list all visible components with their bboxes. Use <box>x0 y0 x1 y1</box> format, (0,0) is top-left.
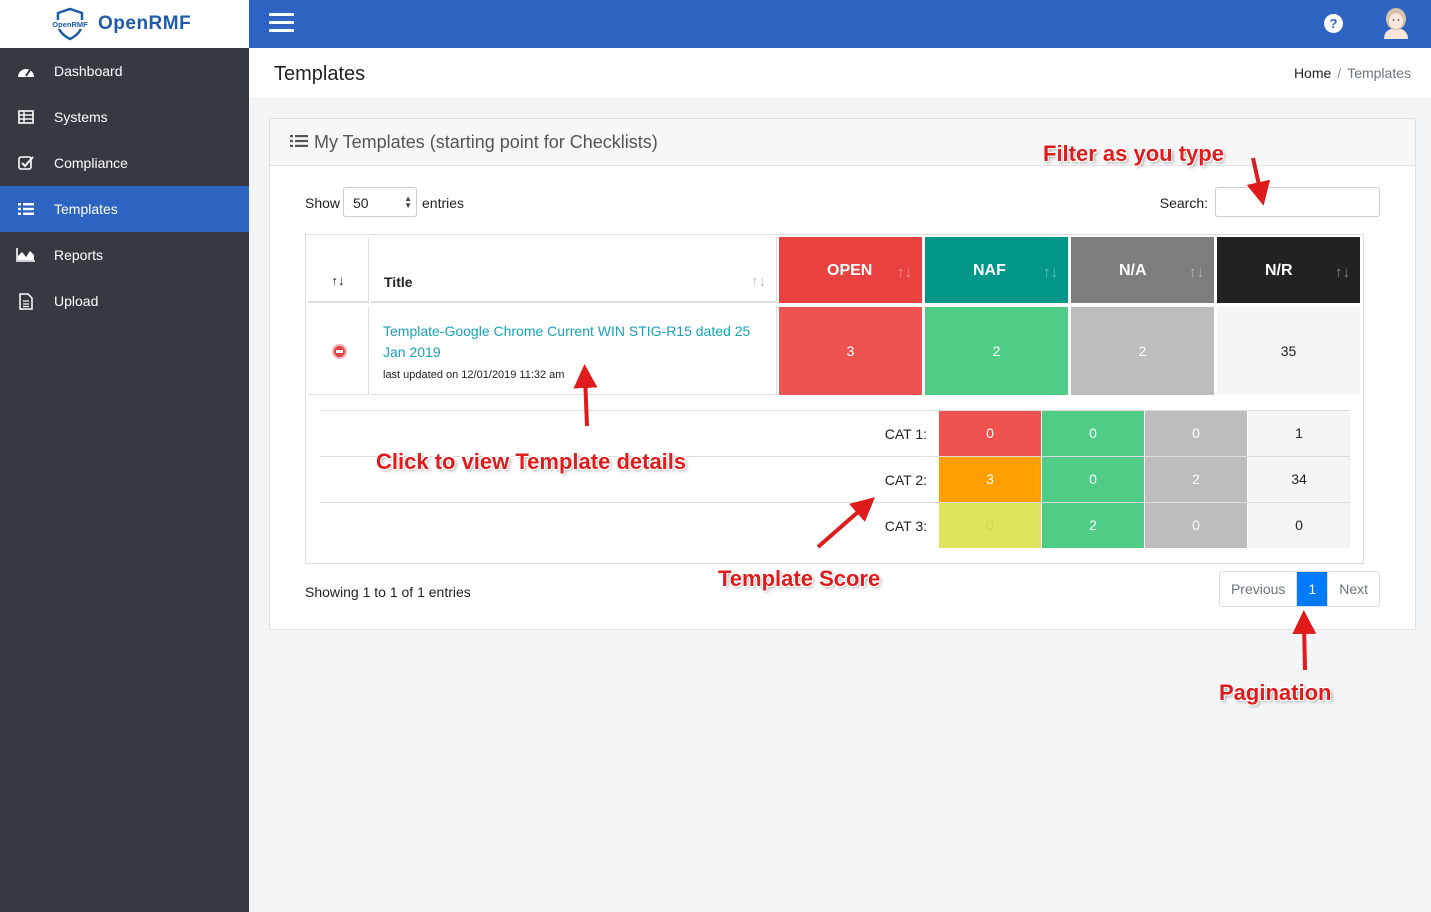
status-header-label: NAF <box>973 262 1006 279</box>
svg-text:OpenRMF: OpenRMF <box>52 20 88 29</box>
sidebar-item-systems[interactable]: Systems <box>0 94 249 140</box>
cat-nr-score: 34 <box>1248 457 1350 502</box>
cat-naf-score: 0 <box>1042 457 1144 502</box>
entries-select-value: 50 <box>353 195 369 211</box>
entries-label: entries <box>422 195 465 211</box>
annotation-filter: Filter as you type <box>1043 141 1224 166</box>
sort-column-header[interactable]: ↑↓ <box>308 237 369 303</box>
nr-count: 35 <box>1217 307 1360 395</box>
brand-name: OpenRMF <box>98 13 192 34</box>
sort-arrows-icon: ↑↓ <box>897 264 912 281</box>
dashboard-icon <box>16 61 36 81</box>
search-input[interactable] <box>1215 187 1380 217</box>
sidebar-item-dashboard[interactable]: Dashboard <box>0 48 249 94</box>
remove-cell <box>308 307 369 395</box>
entries-select[interactable]: 50 ▲ ▼ <box>343 187 417 217</box>
search-label: Search: <box>1159 195 1208 211</box>
sort-arrows-icon: ↑↓ <box>1043 264 1058 281</box>
list-icon <box>290 132 308 153</box>
card-header: My Templates (starting point for Checkli… <box>270 119 1415 166</box>
pagination: Previous 1 Next <box>1218 571 1380 607</box>
sidebar-item-label: Compliance <box>54 155 128 171</box>
status-header-label: N/R <box>1265 262 1293 279</box>
open-column-header[interactable]: OPEN ↑↓ <box>779 237 922 303</box>
cat-na-score: 0 <box>1145 411 1247 456</box>
page-title: Templates <box>274 63 366 85</box>
top-navbar: ? <box>249 0 1431 48</box>
nr-column-header[interactable]: N/R ↑↓ <box>1217 237 1360 303</box>
sidebar-item-templates[interactable]: Templates <box>0 186 249 232</box>
cat-open-score: 0 <box>939 503 1041 548</box>
sidebar-item-label: Templates <box>54 201 118 217</box>
annotation-pagination: Pagination <box>1219 680 1332 705</box>
last-updated-text: last updated on 12/01/2019 11:32 am <box>383 369 565 381</box>
check-square-icon <box>16 153 36 173</box>
openrmf-logo: OpenRMF <box>50 7 90 41</box>
title-column-header[interactable]: Title ↑↓ <box>371 237 777 303</box>
sidebar-item-label: Dashboard <box>54 63 123 79</box>
sidebar-item-upload[interactable]: Upload <box>0 278 249 324</box>
cat-label: CAT 3: <box>884 518 927 534</box>
next-page-button[interactable]: Next <box>1327 572 1379 606</box>
area-chart-icon <box>16 245 36 265</box>
sort-arrows-icon: ↑↓ <box>1189 264 1204 281</box>
select-arrows-icon: ▲ ▼ <box>404 194 412 210</box>
page-1-button[interactable]: 1 <box>1297 572 1328 606</box>
sort-arrows-icon: ↑↓ <box>1335 264 1350 281</box>
previous-page-button[interactable]: Previous <box>1220 572 1298 606</box>
show-label: Show <box>305 195 341 211</box>
sort-arrows-icon: ↑↓ <box>331 273 345 288</box>
table-icon <box>16 107 36 127</box>
brand[interactable]: OpenRMF OpenRMF <box>0 0 249 48</box>
sidebar-item-label: Reports <box>54 247 104 263</box>
template-title-link[interactable]: Template-Google Chrome Current WIN STIG-… <box>383 321 764 363</box>
sidebar-item-label: Upload <box>54 293 99 309</box>
title-header-label: Title <box>384 274 413 290</box>
status-header-label: OPEN <box>827 262 873 279</box>
na-column-header[interactable]: N/A ↑↓ <box>1071 237 1214 303</box>
cat-label: CAT 2: <box>884 472 927 488</box>
cat-3-row: CAT 3: 0 2 0 0 <box>320 502 1350 548</box>
hamburger-menu-icon[interactable] <box>269 13 294 33</box>
table-row: Template-Google Chrome Current WIN STIG-… <box>308 307 1363 395</box>
page-header: Templates Home / Templates <box>249 48 1431 98</box>
sidebar: OpenRMF OpenRMF Dashboard Systems Compli… <box>0 0 249 912</box>
user-avatar[interactable] <box>1381 6 1411 40</box>
remove-icon[interactable] <box>332 344 347 359</box>
cat-naf-score: 0 <box>1042 411 1144 456</box>
table-controls: Show 50 ▲ ▼ entries Search: <box>305 187 1380 217</box>
template-title-cell: Template-Google Chrome Current WIN STIG-… <box>371 307 777 395</box>
breadcrumb-home[interactable]: Home <box>1294 65 1331 81</box>
naf-column-header[interactable]: NAF ↑↓ <box>925 237 1068 303</box>
breadcrumb: Home / Templates <box>1294 65 1411 81</box>
cat-label: CAT 1: <box>884 426 927 442</box>
open-count: 3 <box>779 307 922 395</box>
cat-naf-score: 2 <box>1042 503 1144 548</box>
cat-nr-score: 0 <box>1248 503 1350 548</box>
sidebar-item-compliance[interactable]: Compliance <box>0 140 249 186</box>
table-info: Showing 1 to 1 of 1 entries <box>305 584 471 600</box>
cat-na-score: 2 <box>1145 457 1247 502</box>
help-icon[interactable]: ? <box>1324 14 1343 33</box>
annotation-template-score: Template Score <box>718 566 881 591</box>
cat-na-score: 0 <box>1145 503 1247 548</box>
status-header-label: N/A <box>1119 262 1147 279</box>
templates-card: My Templates (starting point for Checkli… <box>269 118 1416 630</box>
cat-nr-score: 1 <box>1248 411 1350 456</box>
card-title: My Templates (starting point for Checkli… <box>314 131 658 152</box>
sidebar-item-reports[interactable]: Reports <box>0 232 249 278</box>
breadcrumb-current: Templates <box>1347 65 1411 81</box>
cat-open-score: 0 <box>939 411 1041 456</box>
templates-table: ↑↓ Title ↑↓ OPEN ↑↓ NAF ↑↓ N/A ↑↓ N/R ↑↓ <box>305 234 1364 564</box>
sort-arrows-icon: ↑↓ <box>751 273 766 290</box>
na-count: 2 <box>1071 307 1214 395</box>
annotation-click-details: Click to view Template details <box>376 449 687 474</box>
sidebar-item-label: Systems <box>54 109 108 125</box>
naf-count: 2 <box>925 307 1068 395</box>
breadcrumb-separator: / <box>1337 65 1342 81</box>
cat-open-score: 3 <box>939 457 1041 502</box>
file-icon <box>16 291 36 311</box>
list-icon <box>16 199 36 219</box>
